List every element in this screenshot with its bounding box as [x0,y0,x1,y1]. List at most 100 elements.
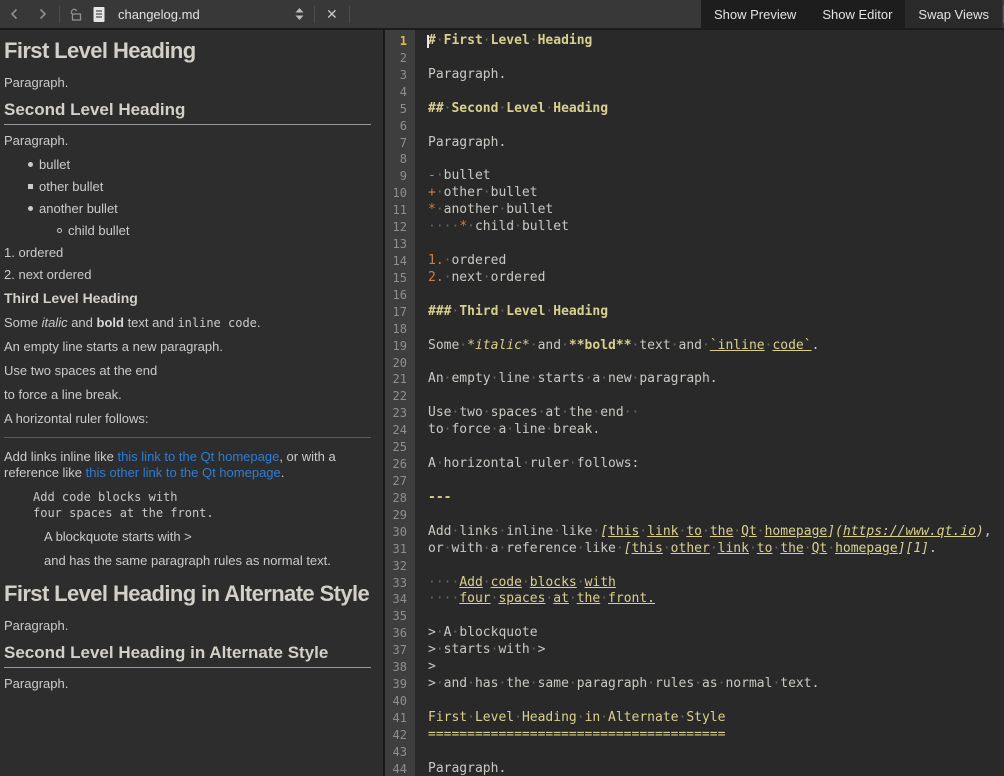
source-line[interactable]: 5##·Second·Level·Heading [385,101,1004,118]
line-number[interactable]: 6 [385,118,415,135]
open-document-title[interactable]: changelog.md [118,7,290,22]
source-line[interactable]: 10+·other·bullet [385,185,1004,202]
document-selector-button[interactable] [294,7,305,21]
lock-toggle-button[interactable] [69,7,84,22]
line-number[interactable]: 14 [385,253,415,270]
source-line[interactable]: 38> [385,659,1004,676]
source-line[interactable]: 25 [385,439,1004,456]
show-editor-button[interactable]: Show Editor [809,0,905,28]
line-number[interactable]: 22 [385,388,415,405]
line-number[interactable]: 24 [385,422,415,439]
line-number[interactable]: 32 [385,558,415,575]
line-number[interactable]: 40 [385,693,415,710]
qt-homepage-link[interactable]: this link to the Qt homepage [117,449,279,464]
source-line[interactable]: 6 [385,118,1004,135]
line-number[interactable]: 18 [385,321,415,338]
line-number[interactable]: 27 [385,473,415,490]
source-line[interactable]: 26A·horizontal·ruler·follows: [385,456,1004,473]
close-document-button[interactable]: ✕ [320,0,344,28]
source-line[interactable]: 22 [385,388,1004,405]
line-number[interactable]: 15 [385,270,415,287]
line-number[interactable]: 1 [385,33,415,50]
source-line[interactable]: 23Use·two·spaces·at·the·end·· [385,405,1004,422]
line-number[interactable]: 3 [385,67,415,84]
line-number[interactable]: 41 [385,710,415,727]
source-line[interactable]: 33····Add·code·blocks·with [385,575,1004,592]
line-number[interactable]: 28 [385,490,415,507]
line-number[interactable]: 16 [385,287,415,304]
line-number[interactable]: 30 [385,524,415,541]
source-line[interactable]: 16 [385,287,1004,304]
source-line[interactable]: 141.·ordered [385,253,1004,270]
source-line[interactable]: 18 [385,321,1004,338]
line-number[interactable]: 34 [385,591,415,608]
source-line[interactable]: 44Paragraph. [385,761,1004,776]
source-line[interactable]: 12····*·child·bullet [385,219,1004,236]
line-number[interactable]: 26 [385,456,415,473]
line-number[interactable]: 36 [385,625,415,642]
line-number[interactable]: 37 [385,642,415,659]
source-line[interactable]: 9-·bullet [385,168,1004,185]
line-number[interactable]: 42 [385,727,415,744]
source-line[interactable]: 24to·force·a·line·break. [385,422,1004,439]
line-number[interactable]: 39 [385,676,415,693]
markdown-source-editor-pane[interactable]: 1#·First·Level·Heading23Paragraph.45##·S… [385,30,1004,776]
source-line[interactable]: 42====================================== [385,727,1004,744]
source-line[interactable]: 152.·next·ordered [385,270,1004,287]
line-number[interactable]: 5 [385,101,415,118]
source-line[interactable]: 32 [385,558,1004,575]
source-line[interactable]: 27 [385,473,1004,490]
line-number[interactable]: 9 [385,168,415,185]
source-line[interactable]: 19Some·*italic*·and·**bold**·text·and·`i… [385,338,1004,355]
source-line[interactable]: 17###·Third·Level·Heading [385,304,1004,321]
back-button[interactable] [3,2,27,26]
line-number[interactable]: 10 [385,185,415,202]
swap-views-button[interactable]: Swap Views [905,0,1002,28]
line-number[interactable]: 17 [385,304,415,321]
show-preview-button[interactable]: Show Preview [701,0,809,28]
line-number[interactable]: 43 [385,744,415,761]
source-line[interactable]: 40 [385,693,1004,710]
source-line[interactable]: 13 [385,236,1004,253]
line-number[interactable]: 23 [385,405,415,422]
source-line[interactable]: 1#·First·Level·Heading [385,33,1004,50]
source-line[interactable]: 20 [385,355,1004,372]
source-line[interactable]: 29 [385,507,1004,524]
source-line[interactable]: 34····four·spaces·at·the·front. [385,591,1004,608]
line-number[interactable]: 7 [385,135,415,152]
source-line[interactable]: 28--- [385,490,1004,507]
source-line[interactable]: 36>·A·blockquote [385,625,1004,642]
line-number[interactable]: 38 [385,659,415,676]
source-line[interactable]: 3Paragraph. [385,67,1004,84]
source-line[interactable]: 39>·and·has·the·same·paragraph·rules·as·… [385,676,1004,693]
source-line[interactable]: 8 [385,151,1004,168]
source-line[interactable]: 7Paragraph. [385,135,1004,152]
line-number[interactable]: 12 [385,219,415,236]
line-number[interactable]: 33 [385,575,415,592]
source-line[interactable]: 37>·starts·with·> [385,642,1004,659]
line-number[interactable]: 25 [385,439,415,456]
line-number[interactable]: 29 [385,507,415,524]
source-line[interactable]: 21An·empty·line·starts·a·new·paragraph. [385,371,1004,388]
source-line[interactable]: 2 [385,50,1004,67]
line-number[interactable]: 20 [385,355,415,372]
line-number[interactable]: 35 [385,608,415,625]
forward-button[interactable] [30,2,54,26]
line-number[interactable]: 19 [385,338,415,355]
line-number[interactable]: 31 [385,541,415,558]
source-line[interactable]: 31or·with·a·reference·like·[this·other·l… [385,541,1004,558]
source-line[interactable]: 41First·Level·Heading·in·Alternate·Style [385,710,1004,727]
line-number[interactable]: 2 [385,50,415,67]
source-line[interactable]: 43 [385,744,1004,761]
line-number[interactable]: 21 [385,371,415,388]
markdown-preview-pane[interactable]: First Level Heading Paragraph. Second Le… [0,30,385,776]
source-line[interactable]: 30Add·links·inline·like·[this·link·to·th… [385,524,1004,541]
line-number[interactable]: 8 [385,151,415,168]
source-line[interactable]: 4 [385,84,1004,101]
line-number[interactable]: 44 [385,761,415,776]
qt-homepage-reference-link[interactable]: this other link to the Qt homepage [86,465,281,480]
line-number[interactable]: 11 [385,202,415,219]
line-number[interactable]: 13 [385,236,415,253]
source-line[interactable]: 11*·another·bullet [385,202,1004,219]
source-line[interactable]: 35 [385,608,1004,625]
